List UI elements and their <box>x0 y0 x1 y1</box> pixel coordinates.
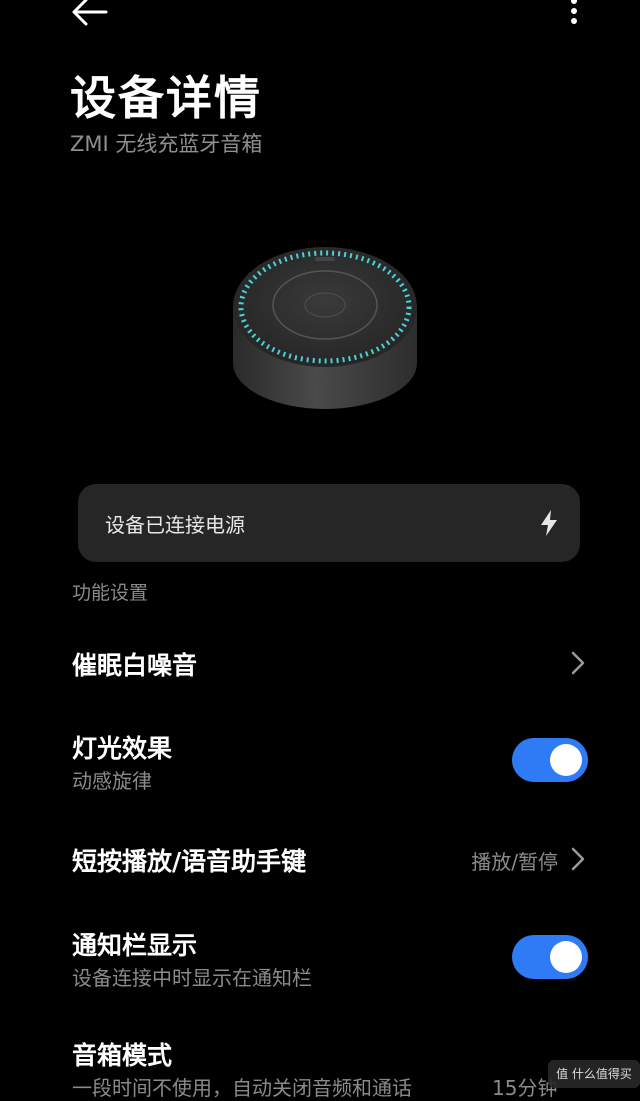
toggle-knob <box>550 744 582 776</box>
setting-subtitle: 一段时间不使用，自动关闭音频和通话 <box>72 1076 412 1100</box>
setting-title: 催眠白噪音 <box>72 651 198 680</box>
top-bar <box>0 0 640 40</box>
device-name: ZMI 无线充蓝牙音箱 <box>70 132 263 156</box>
power-status-text: 设备已连接电源 <box>105 513 245 537</box>
chevron-right-icon <box>571 651 585 675</box>
notification-toggle[interactable] <box>512 935 588 979</box>
setting-row-notification[interactable]: 通知栏显示 设备连接中时显示在通知栏 <box>0 922 640 992</box>
setting-row-lighting[interactable]: 灯光效果 动感旋律 <box>0 725 640 795</box>
setting-row-speaker-mode[interactable]: 音箱模式 一段时间不使用，自动关闭音频和通话 15分钟 <box>0 1034 640 1100</box>
setting-title: 音箱模式 <box>72 1041 173 1070</box>
more-options-icon[interactable] <box>562 0 586 30</box>
back-arrow-icon[interactable] <box>68 0 112 30</box>
lighting-toggle[interactable] <box>512 738 588 782</box>
lightning-bolt-icon <box>541 510 557 536</box>
setting-subtitle: 设备连接中时显示在通知栏 <box>72 966 312 990</box>
watermark: 值 什么值得买 <box>548 1060 640 1088</box>
chevron-right-icon <box>571 847 585 871</box>
setting-value: 播放/暂停 <box>471 850 558 874</box>
setting-title: 短按播放/语音助手键 <box>72 847 307 876</box>
setting-subtitle: 动感旋律 <box>72 769 152 793</box>
speaker-image <box>233 247 417 409</box>
power-status-card: 设备已连接电源 <box>78 484 580 562</box>
setting-row-short-press[interactable]: 短按播放/语音助手键 播放/暂停 <box>0 838 640 888</box>
toggle-knob <box>550 941 582 973</box>
setting-title: 灯光效果 <box>72 734 173 763</box>
section-label: 功能设置 <box>72 582 149 604</box>
setting-row-white-noise[interactable]: 催眠白噪音 <box>0 640 640 690</box>
page-title: 设备详情 <box>70 71 262 125</box>
setting-title: 通知栏显示 <box>72 931 198 960</box>
